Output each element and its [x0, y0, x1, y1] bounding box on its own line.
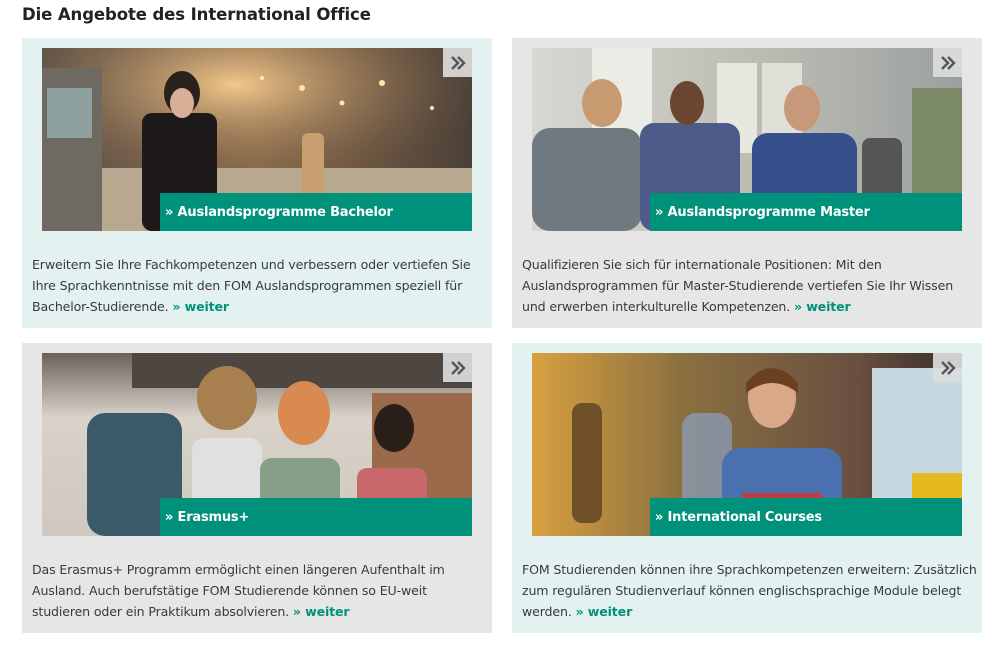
double-chevron-right-icon[interactable]	[933, 48, 962, 77]
card-image-bachelor[interactable]: » Auslandsprogramme Bachelor	[42, 48, 472, 231]
international-office-section: Die Angebote des International Office » …	[0, 0, 983, 646]
card-description: Das Erasmus+ Programm ermöglicht einen l…	[32, 559, 487, 622]
card-label-master[interactable]: » Auslandsprogramme Master	[650, 193, 962, 231]
card-label-international-courses[interactable]: » International Courses	[650, 498, 962, 536]
card-master: » Auslandsprogramme Master Qualifizieren…	[512, 38, 982, 328]
more-link-erasmus[interactable]: » weiter	[293, 604, 350, 619]
card-text-master: Qualifizieren Sie sich für international…	[522, 257, 954, 314]
more-link-master[interactable]: » weiter	[794, 299, 851, 314]
card-image-master[interactable]: » Auslandsprogramme Master	[532, 48, 962, 231]
card-description: FOM Studierenden können ihre Sprachkompe…	[522, 559, 977, 622]
card-label-bachelor[interactable]: » Auslandsprogramme Bachelor	[160, 193, 472, 231]
more-link-international-courses[interactable]: » weiter	[576, 604, 633, 619]
card-text-bachelor: Erweitern Sie Ihre Fachkompetenzen und v…	[32, 257, 471, 314]
card-description: Erweitern Sie Ihre Fachkompetenzen und v…	[32, 254, 487, 317]
double-chevron-right-icon[interactable]	[933, 353, 962, 382]
card-bachelor: » Auslandsprogramme Bachelor Erweitern S…	[22, 38, 492, 328]
card-international-courses: » International Courses FOM Studierenden…	[512, 343, 982, 633]
card-image-erasmus[interactable]: » Erasmus+	[42, 353, 472, 536]
card-text-erasmus: Das Erasmus+ Programm ermöglicht einen l…	[32, 562, 445, 619]
card-label-erasmus[interactable]: » Erasmus+	[160, 498, 472, 536]
page-title: Die Angebote des International Office	[22, 5, 371, 24]
more-link-bachelor[interactable]: » weiter	[172, 299, 229, 314]
double-chevron-right-icon[interactable]	[443, 48, 472, 77]
double-chevron-right-icon[interactable]	[443, 353, 472, 382]
card-image-international-courses[interactable]: » International Courses	[532, 353, 962, 536]
card-description: Qualifizieren Sie sich für international…	[522, 254, 977, 317]
card-erasmus: » Erasmus+ Das Erasmus+ Programm ermögli…	[22, 343, 492, 633]
